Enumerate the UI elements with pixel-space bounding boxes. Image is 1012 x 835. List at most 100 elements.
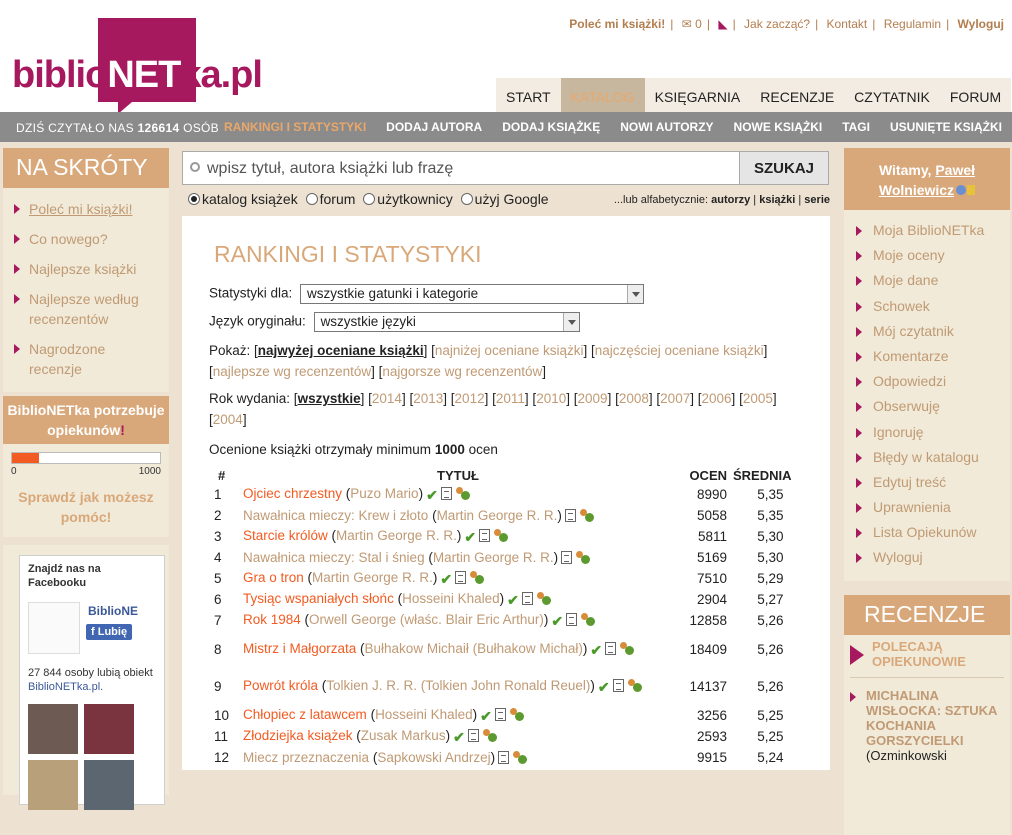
site-logo[interactable]: biblioNETka.pl (12, 18, 263, 114)
book-title-link[interactable]: Rok 1984 (243, 612, 301, 627)
author-link[interactable]: Hosseini Khaled (375, 707, 473, 722)
tab-forum[interactable]: FORUM (940, 78, 1011, 112)
book-title-link[interactable]: Nawałnica mieczy: Krew i złoto (243, 508, 428, 523)
read-check-icon[interactable]: ✔ (426, 486, 438, 505)
help-link[interactable]: Sprawdź jak możesz pomóc! (11, 487, 161, 527)
radio-forum[interactable]: forum (305, 191, 355, 207)
subnav-dodaj-autora[interactable]: DODAJ AUTORA (386, 120, 482, 134)
read-check-icon[interactable]: ✔ (598, 678, 610, 697)
author-link[interactable]: Martin George R. R. (437, 508, 558, 523)
read-check-icon[interactable]: ✔ (440, 570, 452, 589)
show-najgorsze-rec[interactable]: najgorsze wg recenzentów (382, 364, 542, 379)
tab-ksiegarnia[interactable]: KSIĘGARNIA (645, 78, 751, 112)
year-2006[interactable]: 2006 (702, 391, 732, 406)
book-title-link[interactable]: Ojciec chrzestny (243, 486, 342, 501)
author-link[interactable]: Sapkowski Andrzej (377, 750, 490, 765)
user-menu-item[interactable]: Moje oceny (844, 243, 1010, 268)
alpha-autorzy[interactable]: autorzy (711, 194, 750, 206)
fb-faces[interactable] (28, 704, 156, 810)
users-icon[interactable] (509, 708, 525, 721)
review-doc-icon[interactable] (561, 551, 573, 564)
shortcut-nagrodzone[interactable]: Nagrodzone recenzje (3, 334, 169, 384)
rss-icon[interactable]: ◣ (718, 17, 727, 31)
review-doc-icon[interactable] (467, 729, 479, 742)
wyloguj-link[interactable]: Wyloguj (958, 17, 1004, 31)
read-check-icon[interactable]: ✔ (453, 728, 465, 747)
users-icon[interactable] (469, 571, 485, 584)
tab-recenzje[interactable]: RECENZJE (750, 78, 844, 112)
search-button[interactable]: SZUKAJ (739, 151, 829, 185)
author-link[interactable]: Tolkien J. R. R. (Tolkien John Ronald Re… (326, 678, 590, 693)
show-najnizej[interactable]: najniżej oceniane książki (435, 343, 584, 358)
author-link[interactable]: Martin George R. R. (336, 528, 457, 543)
fb-page-logo[interactable] (28, 602, 80, 654)
author-link[interactable]: Puzo Mario (350, 486, 418, 501)
regulamin-link[interactable]: Regulamin (884, 17, 941, 31)
users-icon[interactable] (455, 487, 471, 500)
user-menu-item[interactable]: Ignoruję (844, 420, 1010, 445)
user-menu-item[interactable]: Błędy w katalogu (844, 445, 1010, 470)
review-doc-icon[interactable] (479, 529, 491, 542)
book-title-link[interactable]: Tysiąc wspaniałych słońc (243, 591, 394, 606)
show-najwyzej[interactable]: najwyżej oceniane książki (258, 343, 424, 358)
user-menu-item[interactable]: Uprawnienia (844, 495, 1010, 520)
book-title-link[interactable]: Chłopiec z latawcem (243, 707, 367, 722)
review-doc-icon[interactable] (566, 613, 578, 626)
shortcut-polec[interactable]: Poleć mi książki! (3, 194, 169, 224)
users-icon[interactable] (482, 729, 498, 742)
author-link[interactable]: Orwell George (właśc. Blair Eric Arthur) (309, 612, 544, 627)
user-menu-item[interactable]: Obserwuję (844, 394, 1010, 419)
users-icon[interactable] (627, 679, 643, 692)
subnav-nowe-ksiazki[interactable]: NOWE KSIĄŻKI (734, 120, 823, 134)
subnav-tagi[interactable]: TAGI (842, 120, 870, 134)
review-doc-icon[interactable] (521, 592, 533, 605)
user-menu-item[interactable]: Wyloguj (844, 545, 1010, 570)
author-link[interactable]: Martin George R. R. (433, 550, 554, 565)
author-link[interactable]: Bułhakow Michaił (Bułhakow Michał) (365, 641, 583, 656)
subnav-usuniete[interactable]: USUNIĘTE KSIĄŻKI (890, 120, 1002, 134)
read-check-icon[interactable]: ✔ (551, 612, 563, 631)
user-menu-item[interactable]: Komentarze (844, 344, 1010, 369)
mail-icon[interactable]: ✉ (682, 17, 692, 31)
year-2012[interactable]: 2012 (455, 391, 485, 406)
review-doc-icon[interactable] (498, 751, 510, 764)
fb-page-name[interactable]: BiblioNE (88, 604, 138, 618)
stat-select[interactable]: wszystkie gatunki i kategorie (300, 284, 645, 304)
radio-uzytkownicy[interactable]: użytkownicy (363, 191, 453, 207)
user-menu-item[interactable]: Mój czytatnik (844, 319, 1010, 344)
show-najlepsze-rec[interactable]: najlepsze wg recenzentów (213, 364, 371, 379)
tab-katalog[interactable]: KATALOG (560, 78, 645, 112)
user-menu-item[interactable]: Schowek (844, 294, 1010, 319)
jak-zaczac-link[interactable]: Jak zacząć? (744, 17, 810, 31)
search-input[interactable]: wpisz tytuł, autora książki lub frazę (182, 151, 740, 185)
read-check-icon[interactable]: ✔ (480, 707, 492, 726)
review-author[interactable]: (Ozminkowski (850, 748, 1004, 763)
user-menu-item[interactable]: Moja BiblioNETka (844, 218, 1010, 243)
year-2008[interactable]: 2008 (619, 391, 649, 406)
user-menu-item[interactable]: Odpowiedzi (844, 369, 1010, 394)
user-menu-item[interactable]: Edytuj treść (844, 470, 1010, 495)
author-link[interactable]: Martin George R. R. (312, 570, 433, 585)
year-2013[interactable]: 2013 (413, 391, 443, 406)
fb-like-button[interactable]: f Lubię (86, 624, 133, 640)
polec-link[interactable]: Poleć mi książki! (569, 17, 665, 31)
users-icon[interactable] (579, 509, 595, 522)
book-title-link[interactable]: Złodziejka książek (243, 728, 353, 743)
year-2011[interactable]: 2011 (496, 391, 525, 406)
tab-start[interactable]: START (496, 78, 561, 112)
year-2005[interactable]: 2005 (743, 391, 773, 406)
kontakt-link[interactable]: Kontakt (827, 17, 868, 31)
year-2010[interactable]: 2010 (536, 391, 566, 406)
year-2007[interactable]: 2007 (660, 391, 690, 406)
review-doc-icon[interactable] (494, 708, 506, 721)
year-2009[interactable]: 2009 (578, 391, 608, 406)
users-icon[interactable] (493, 529, 509, 542)
alpha-serie[interactable]: serie (804, 194, 830, 206)
polecaja-link[interactable]: POLECAJĄ OPIEKUNOWIE (850, 639, 1004, 669)
shortcut-co-nowego[interactable]: Co nowego? (3, 224, 169, 254)
user-menu-item[interactable]: Lista Opiekunów (844, 520, 1010, 545)
book-title-link[interactable]: Starcie królów (243, 528, 328, 543)
review-doc-icon[interactable] (605, 642, 617, 655)
users-icon[interactable] (512, 751, 528, 764)
book-title-link[interactable]: Mistrz i Małgorzata (243, 641, 356, 656)
